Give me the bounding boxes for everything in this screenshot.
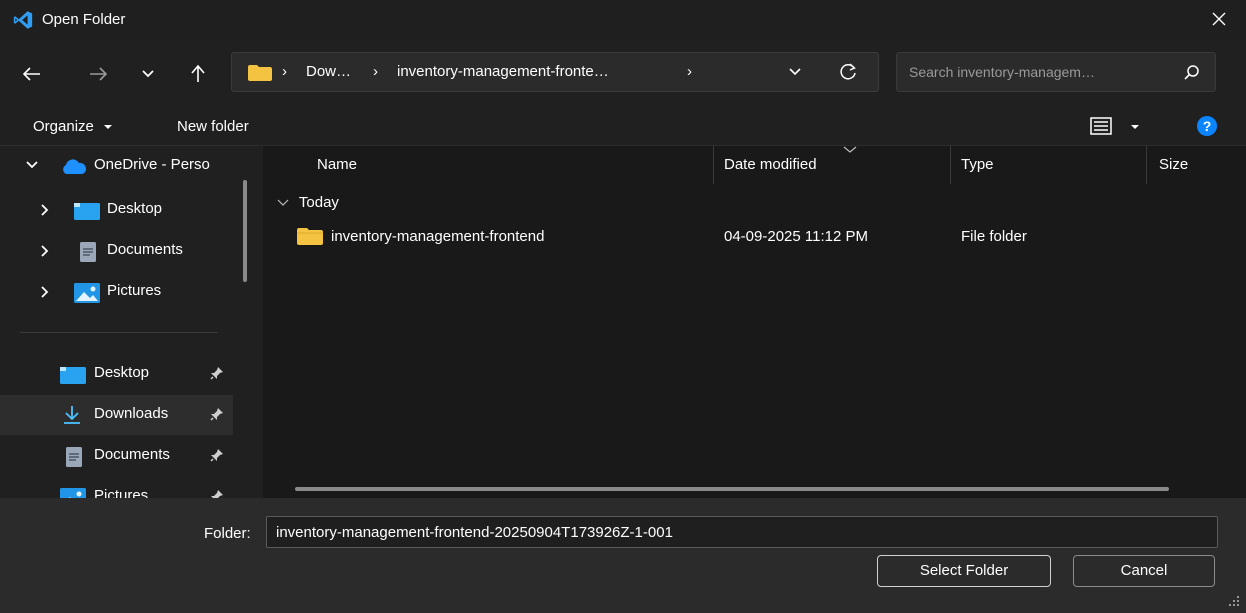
- breadcrumb-separator: ›: [687, 63, 692, 80]
- folder-icon: [297, 228, 323, 245]
- arrow-left-icon: [22, 67, 40, 81]
- recent-locations-button[interactable]: [134, 60, 162, 88]
- refresh-icon[interactable]: [838, 62, 858, 82]
- address-bar[interactable]: › Dow… › inventory-management-fronte… ›: [231, 52, 879, 92]
- cloud-icon: [63, 159, 87, 174]
- select-folder-button[interactable]: Select Folder: [877, 555, 1051, 587]
- arrow-right-icon: [90, 67, 108, 81]
- list-item[interactable]: inventory-management-frontend 04-09-2025…: [283, 222, 1183, 252]
- cancel-button[interactable]: Cancel: [1073, 555, 1215, 587]
- sidebar-item-label: Documents: [94, 446, 170, 463]
- column-header-date-modified[interactable]: Date modified: [714, 146, 950, 184]
- quick-access-pictures[interactable]: Pictures: [0, 477, 233, 498]
- sidebar-scrollbar[interactable]: [243, 180, 247, 282]
- sidebar-item-documents[interactable]: Documents: [0, 231, 233, 271]
- column-header-name[interactable]: Name: [263, 146, 713, 184]
- navigation-bar: › Dow… › inventory-management-fronte… ›: [0, 40, 1246, 106]
- help-icon[interactable]: ?: [1196, 115, 1218, 137]
- window-title: Open Folder: [42, 11, 126, 28]
- vscode-logo-icon: [13, 11, 33, 29]
- close-icon[interactable]: [1208, 8, 1230, 30]
- pin-icon[interactable]: [210, 489, 224, 498]
- svg-text:?: ?: [1203, 118, 1212, 134]
- resize-grip-icon[interactable]: [1228, 595, 1240, 607]
- address-history-dropdown-icon[interactable]: [788, 65, 802, 79]
- navigation-pane: OneDrive - Perso Desktop Documents Pictu…: [0, 146, 233, 498]
- search-icon[interactable]: [1183, 64, 1201, 82]
- view-details-icon[interactable]: [1090, 117, 1112, 135]
- chevron-down-icon[interactable]: [26, 160, 38, 170]
- organize-button[interactable]: Organize: [33, 118, 113, 135]
- document-icon: [66, 447, 82, 467]
- folder-icon: [248, 65, 272, 81]
- pin-icon[interactable]: [210, 448, 224, 462]
- breadcrumb-current-folder[interactable]: inventory-management-fronte…: [397, 63, 609, 80]
- view-options-caret-icon[interactable]: [1130, 123, 1140, 131]
- new-folder-button[interactable]: New folder: [177, 118, 249, 135]
- group-header-today[interactable]: Today: [277, 194, 339, 211]
- folder-label: Folder:: [204, 525, 251, 542]
- pin-icon[interactable]: [210, 407, 224, 421]
- sidebar-item-label: Pictures: [94, 487, 149, 498]
- quick-access-documents[interactable]: Documents: [0, 436, 233, 476]
- column-header-type[interactable]: Type: [951, 146, 1146, 184]
- chevron-right-icon[interactable]: [40, 204, 50, 216]
- column-header-size[interactable]: Size: [1147, 146, 1246, 184]
- back-button[interactable]: [18, 60, 46, 88]
- folder-name-input[interactable]: [266, 516, 1218, 548]
- breadcrumb-separator: ›: [373, 63, 378, 80]
- breadcrumb-separator: ›: [282, 63, 287, 80]
- sidebar-item-label: Pictures: [107, 282, 162, 299]
- file-name: inventory-management-frontend: [331, 228, 545, 245]
- column-header-label: Name: [317, 156, 358, 173]
- sidebar-item-label: OneDrive - Perso: [94, 156, 210, 173]
- quick-access-desktop[interactable]: Desktop: [0, 354, 233, 394]
- pictures-icon: [74, 283, 100, 303]
- sidebar-item-label: Desktop: [94, 364, 150, 381]
- group-header-label: Today: [298, 194, 339, 211]
- desktop-icon: [74, 203, 100, 220]
- sidebar-item-label: Downloads: [94, 405, 169, 422]
- sidebar-item-label: Desktop: [107, 200, 163, 217]
- chevron-right-icon[interactable]: [40, 286, 50, 298]
- organize-label: Organize: [33, 118, 94, 135]
- document-icon: [80, 242, 96, 262]
- file-type: File folder: [961, 228, 1027, 245]
- column-header-label: Size: [1159, 156, 1189, 173]
- forward-button[interactable]: [84, 60, 112, 88]
- chevron-down-icon: [277, 199, 289, 206]
- quick-access-downloads[interactable]: Downloads: [0, 395, 233, 435]
- command-bar: Organize New folder ?: [0, 106, 1246, 146]
- up-button[interactable]: [184, 60, 212, 88]
- file-list: Name Date modified Type Size Today inven…: [263, 146, 1246, 498]
- search-box[interactable]: [896, 52, 1216, 92]
- chevron-right-icon[interactable]: [40, 245, 50, 257]
- sidebar-divider: [20, 332, 218, 333]
- pin-icon[interactable]: [210, 366, 224, 380]
- chevron-down-icon: [142, 70, 154, 78]
- sidebar-item-onedrive[interactable]: OneDrive - Perso: [0, 146, 233, 186]
- arrow-up-icon: [191, 64, 205, 82]
- column-header-label: Type: [961, 156, 994, 173]
- breadcrumb-downloads[interactable]: Dow…: [306, 63, 351, 80]
- file-date-modified: 04-09-2025 11:12 PM: [724, 228, 868, 245]
- download-icon: [64, 406, 80, 424]
- title-bar: Open Folder: [0, 0, 1246, 40]
- sidebar-item-desktop[interactable]: Desktop: [0, 190, 233, 230]
- desktop-icon: [60, 367, 86, 384]
- search-input[interactable]: [909, 62, 1169, 82]
- pictures-icon: [60, 488, 86, 498]
- sidebar-item-pictures[interactable]: Pictures: [0, 272, 233, 312]
- horizontal-scrollbar[interactable]: [295, 487, 1169, 491]
- dialog-footer: Folder: Select Folder Cancel: [0, 498, 1246, 613]
- caret-down-icon: [104, 125, 113, 129]
- column-header-label: Date modified: [724, 156, 817, 173]
- sidebar-item-label: Documents: [107, 241, 183, 258]
